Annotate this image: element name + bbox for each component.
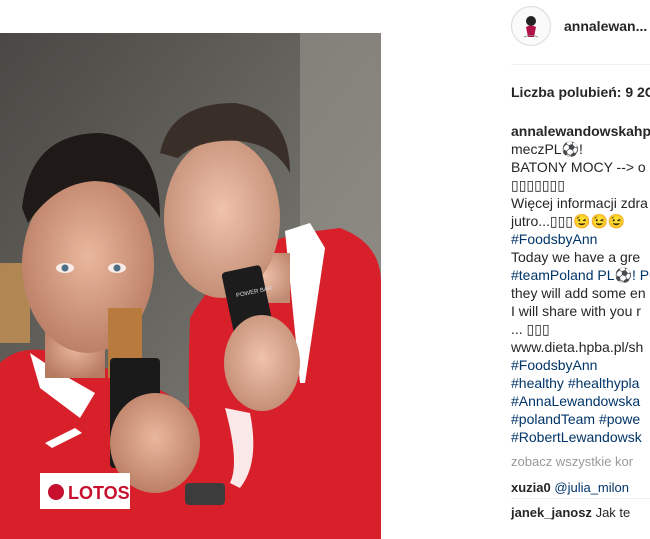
- caption-line: Today we have a gre: [511, 249, 641, 265]
- caption-line: meczPL⚽!: [511, 141, 583, 157]
- comment-username[interactable]: janek_janosz: [511, 505, 592, 520]
- comment-username[interactable]: xuzia0: [511, 480, 551, 495]
- comment-divider: [511, 498, 650, 499]
- post-username[interactable]: annalewan...: [564, 18, 647, 34]
- caption-line: BATONY MOCY --> o: [511, 159, 646, 175]
- post-side-panel: annalewan... Liczba polubień: 9 2C annal…: [497, 0, 650, 539]
- likes-count[interactable]: Liczba polubień: 9 2C: [511, 84, 650, 100]
- caption-hashtag[interactable]: #AnnaLewandowska: [511, 392, 650, 410]
- caption-hashtag[interactable]: #polandTeam #powe: [511, 410, 650, 428]
- caption-hashtag[interactable]: #healthy #healthypla: [511, 374, 650, 392]
- post-photo[interactable]: POWER BAR LOTOS: [0, 33, 381, 539]
- caption-line: ▯▯▯▯▯▯▯: [511, 177, 565, 193]
- profile-sketch-icon: [523, 16, 539, 38]
- caption-line: I will share with you r: [511, 303, 641, 319]
- avatar[interactable]: [511, 6, 551, 46]
- caption-hashtag[interactable]: #FoodsbyAnn: [511, 230, 650, 248]
- caption-line: ... ▯▯▯: [511, 321, 550, 337]
- comment-text: Jak te: [595, 505, 631, 520]
- post-image: POWER BAR LOTOS: [0, 33, 381, 539]
- post-caption: annalewandowskahp meczPL⚽! BATONY MOCY -…: [511, 122, 650, 446]
- view-all-comments-link[interactable]: zobacz wszystkie kor: [511, 454, 633, 469]
- shirt-sponsor-text: LOTOS: [68, 483, 130, 503]
- header-divider: [511, 64, 650, 65]
- caption-hashtag[interactable]: #teamPoland PL⚽! PO: [511, 266, 650, 284]
- comment-text[interactable]: @julia_milon: [554, 480, 629, 495]
- comment: janek_janosz Jak te: [511, 505, 630, 520]
- caption-line: jutro...▯▯▯😉😉😉: [511, 213, 626, 229]
- comment: xuzia0 @julia_milon: [511, 480, 629, 495]
- caption-hashtag[interactable]: #FoodsbyAnn: [511, 356, 650, 374]
- post-header: annalewan...: [511, 4, 650, 48]
- caption-line: Więcej informacji zdra: [511, 195, 648, 211]
- caption-line: they will add some en: [511, 285, 646, 301]
- caption-username[interactable]: annalewandowskahp: [511, 122, 650, 140]
- caption-hashtag[interactable]: #RobertLewandowsk: [511, 428, 650, 446]
- caption-link[interactable]: www.dieta.hpba.pl/sh: [511, 338, 650, 356]
